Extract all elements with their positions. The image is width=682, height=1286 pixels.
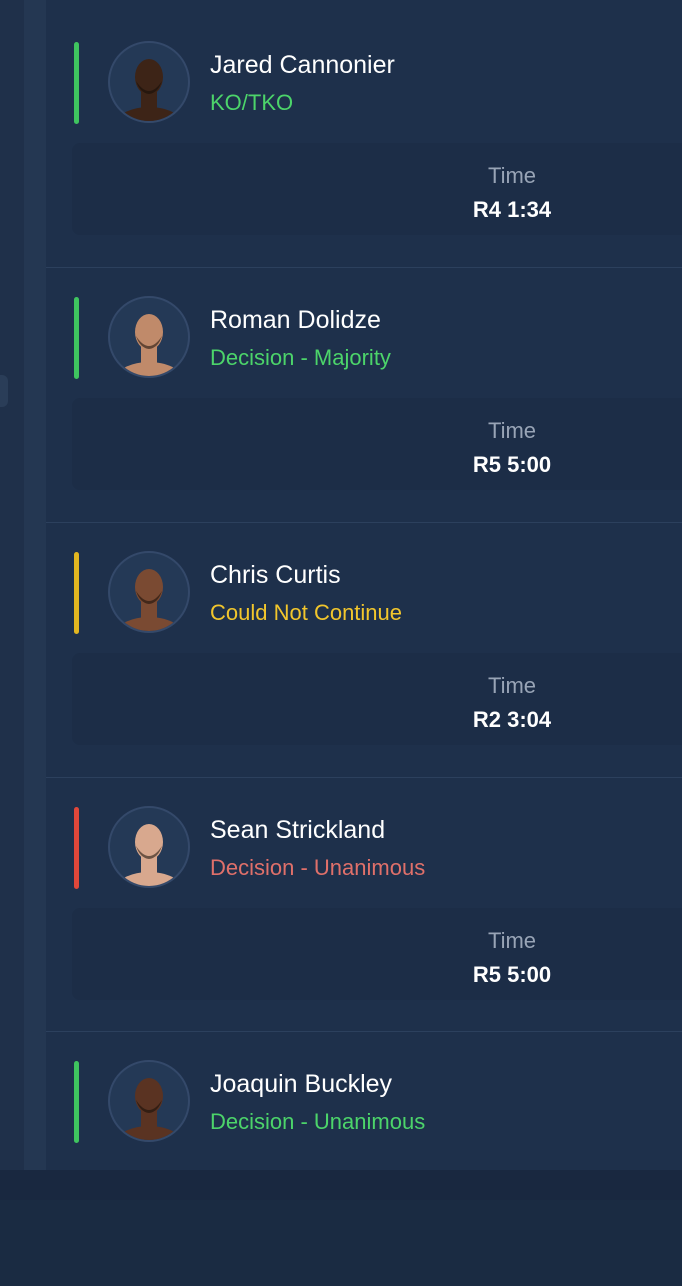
time-value: R5 5:00: [472, 962, 552, 987]
time-label: Time: [487, 928, 537, 953]
fight-detail-card: Time R5 5:00: [72, 398, 682, 490]
fight-row[interactable]: Roman Dolidze Decision - Majority Time R…: [46, 267, 682, 522]
sidebar-tab-handle[interactable]: [0, 375, 8, 407]
result-indicator: [74, 297, 79, 379]
result-method: Could Not Continue: [210, 600, 403, 625]
opponent-avatar: [108, 806, 190, 888]
fight-row[interactable]: Jared Cannonier KO/TKO Time R4 1:34: [46, 13, 682, 267]
fighter-portrait-icon: [117, 824, 181, 886]
fight-row[interactable]: Chris Curtis Could Not Continue Time R2 …: [46, 522, 682, 777]
opponent-name[interactable]: Jared Cannonier: [210, 51, 395, 80]
time-value: R4 1:34: [472, 197, 552, 222]
result-method: Decision - Majority: [210, 345, 391, 370]
opponent-name[interactable]: Sean Strickland: [210, 816, 385, 845]
opponent-name[interactable]: Chris Curtis: [210, 561, 341, 590]
fight-history-list: Jared Cannonier KO/TKO Time R4 1:34 Roma…: [46, 0, 682, 1170]
time-value: R5 5:00: [472, 452, 552, 477]
fight-row[interactable]: Sean Strickland Decision - Unanimous Tim…: [46, 777, 682, 1032]
fight-row[interactable]: Joaquin Buckley Decision - Unanimous: [46, 1031, 682, 1286]
left-rail: [0, 0, 24, 1200]
result-indicator: [74, 807, 79, 889]
fighter-portrait-icon: [117, 569, 181, 631]
bottom-edge: [0, 1170, 682, 1200]
fight-detail-card: Time R4 1:34: [72, 143, 682, 235]
fighter-portrait-icon: [117, 1078, 181, 1140]
result-indicator: [74, 1061, 79, 1143]
time-label: Time: [487, 673, 537, 698]
opponent-name[interactable]: Joaquin Buckley: [210, 1070, 392, 1099]
fighter-portrait-icon: [117, 314, 181, 376]
opponent-avatar: [108, 1060, 190, 1142]
opponent-avatar: [108, 296, 190, 378]
result-method: KO/TKO: [210, 90, 294, 115]
time-label: Time: [487, 163, 537, 188]
result-indicator: [74, 42, 79, 124]
fight-detail-card: Time R5 5:00: [72, 908, 682, 1000]
time-value: R2 3:04: [472, 707, 552, 732]
fight-detail-card: Time R2 3:04: [72, 653, 682, 745]
result-method: Decision - Unanimous: [210, 855, 426, 880]
opponent-avatar: [108, 551, 190, 633]
opponent-name[interactable]: Roman Dolidze: [210, 306, 381, 335]
time-label: Time: [487, 418, 537, 443]
opponent-avatar: [108, 41, 190, 123]
result-indicator: [74, 552, 79, 634]
fighter-portrait-icon: [117, 59, 181, 121]
result-method: Decision - Unanimous: [210, 1109, 426, 1134]
